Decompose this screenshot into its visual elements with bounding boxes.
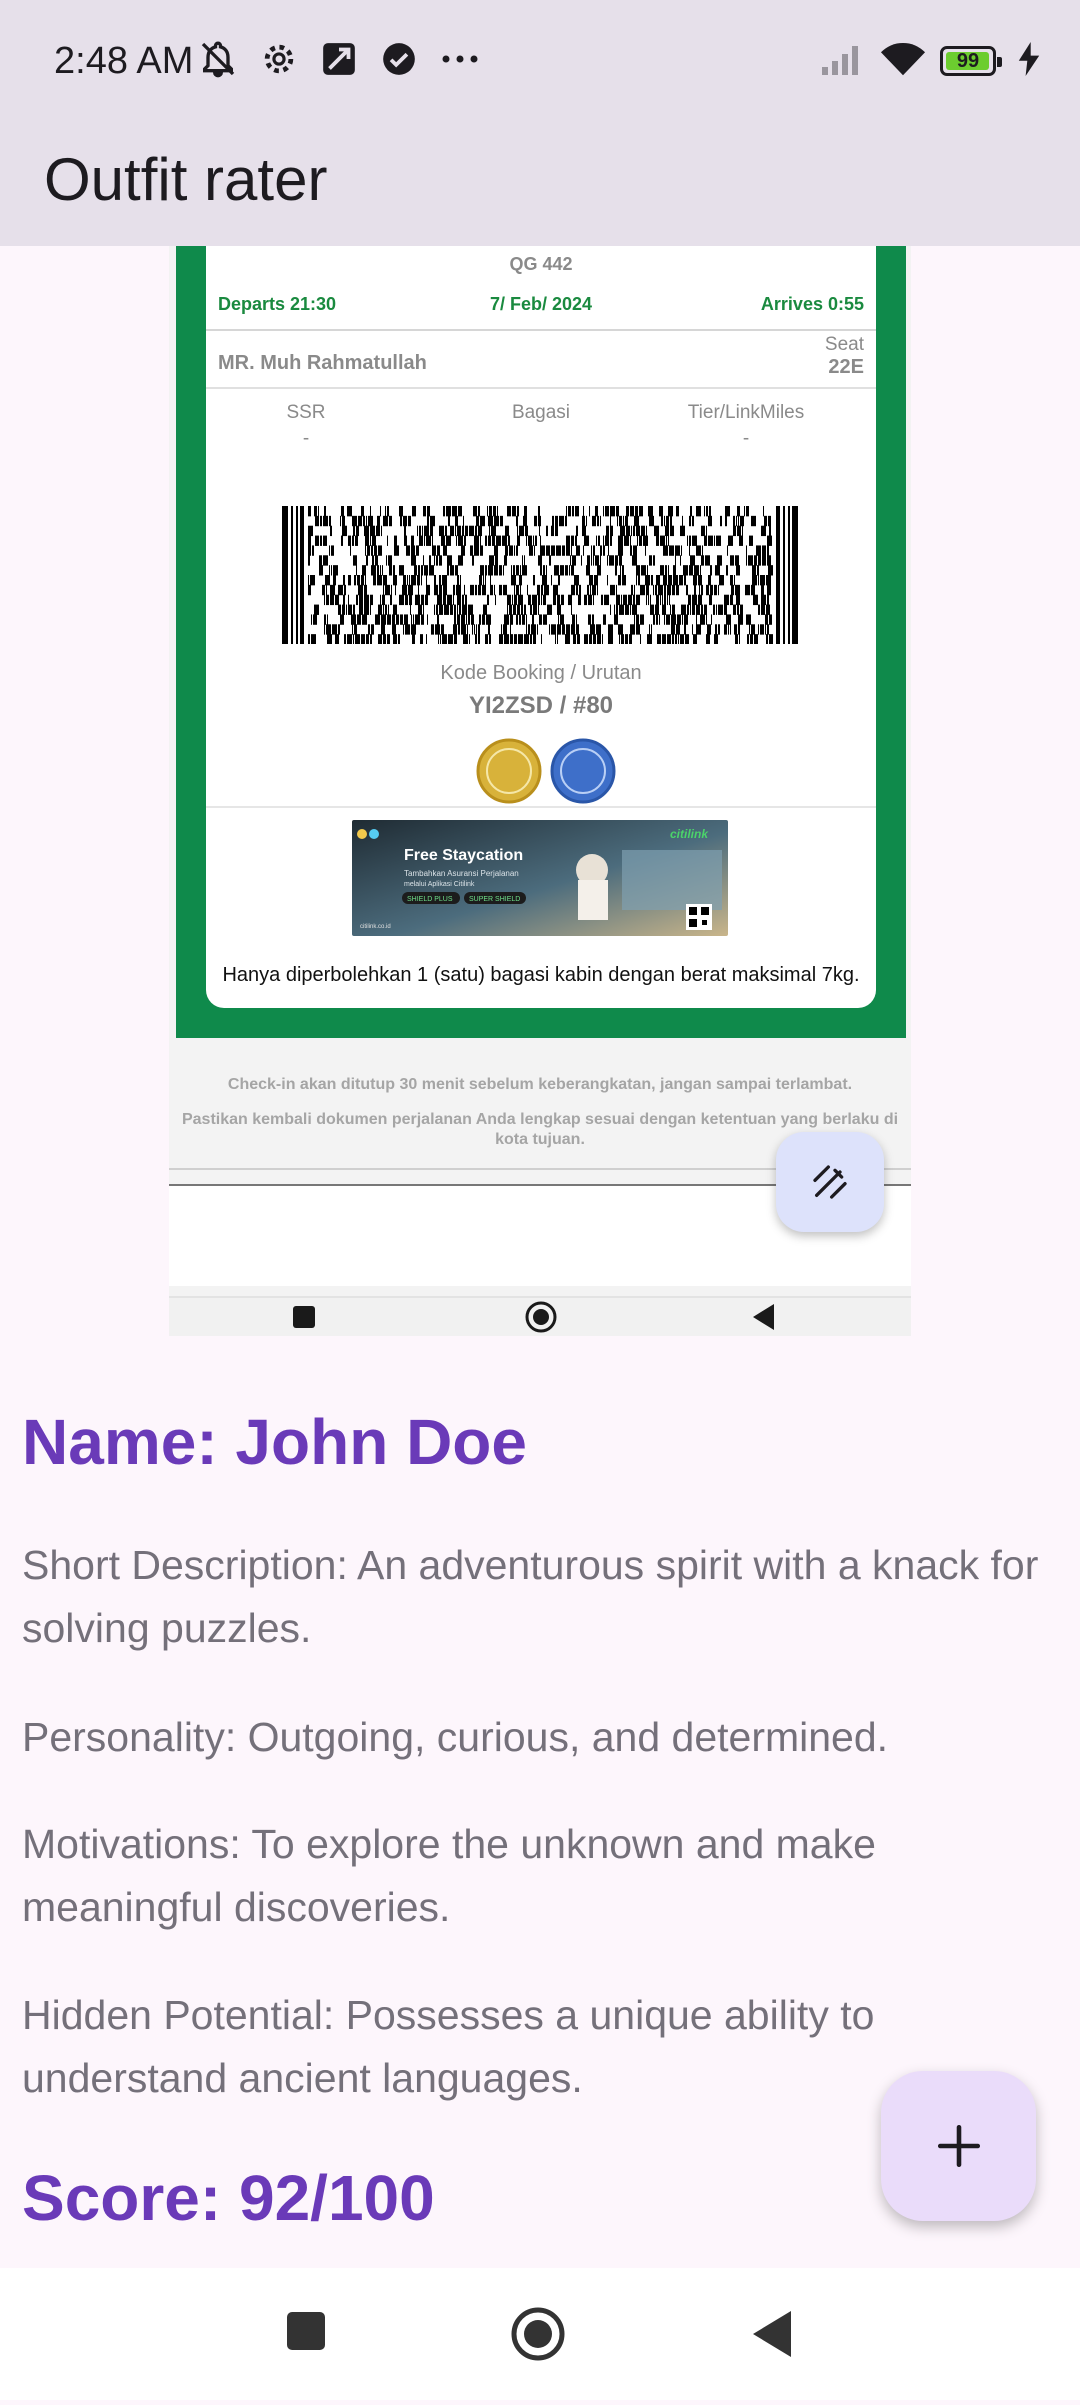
promo-line-2: melalui Aplikasi Citilink — [404, 881, 475, 888]
tier-value: - — [742, 428, 750, 449]
plus-icon — [937, 2124, 980, 2168]
uploaded-screenshot-image[interactable]: QG 442 Departs 21:30 7/ Feb/ 2024 Arrive… — [169, 246, 911, 1336]
booking-code: YI2ZSD / #80 — [468, 692, 614, 719]
inner-back-icon — [753, 1304, 774, 1330]
score: Score: 92/100 — [22, 2162, 435, 2234]
booking-label: Kode Booking / Urutan — [440, 662, 642, 684]
short-description: Short Description: An adventurous spirit… — [22, 1542, 1039, 1651]
cellular-signal-icon — [820, 41, 866, 82]
flight-number: QG 442 — [509, 254, 573, 274]
wifi-icon — [880, 41, 926, 82]
vpn-key-icon — [320, 40, 358, 83]
seat-value: 22E — [828, 356, 864, 378]
divider — [206, 387, 876, 389]
check-circle-icon — [380, 40, 418, 83]
tier-column: Tier/LinkMiles - — [646, 402, 846, 450]
add-fab-button[interactable] — [881, 2071, 1036, 2221]
seat-label: Seat — [824, 334, 864, 355]
promo-url: citilink.co.id — [360, 924, 391, 930]
bagasi-column: Bagasi — [441, 402, 641, 428]
boarding-pass-card: QG 442 Departs 21:30 7/ Feb/ 2024 Arrive… — [206, 246, 876, 1008]
status-left-icons — [198, 38, 480, 84]
battery-icon: 99 — [940, 46, 1002, 76]
home-circle-icon[interactable] — [511, 2307, 565, 2361]
pdf417-barcode — [282, 506, 798, 644]
checkin-notice: Check-in akan ditutup 30 menit sebelum k… — [227, 1076, 853, 1093]
character-name: Name: John Doe — [22, 1406, 527, 1478]
edit-fab-button[interactable] — [776, 1132, 884, 1232]
passenger-name: MR. Muh Rahmatullah — [218, 352, 427, 374]
app-bar: Outfit rater — [0, 118, 1080, 246]
tier-label: Tier/LinkMiles — [687, 402, 805, 423]
award-badges-icon — [476, 738, 616, 804]
bagasi-label: Bagasi — [511, 402, 571, 423]
status-time: 2:48 AM — [54, 40, 194, 82]
promo-brand: citilink — [670, 827, 709, 841]
divider — [206, 329, 876, 331]
motivations: Motivations: To explore the unknown and … — [22, 1821, 876, 1930]
promo-tag-1: SHIELD PLUS — [407, 896, 453, 903]
ssr-label: SSR — [286, 402, 326, 423]
system-nav-bar — [0, 2268, 1080, 2400]
charging-icon — [1018, 41, 1040, 81]
more-dots-icon — [440, 52, 480, 70]
battery-level: 99 — [956, 49, 980, 72]
promo-line-1: Tambahkan Asuransi Perjalanan — [404, 869, 519, 878]
back-triangle-icon[interactable] — [753, 2311, 791, 2357]
arrives-time: Arrives 0:55 — [760, 294, 864, 314]
inner-nav-bar — [169, 1296, 911, 1336]
promo-tag-2: SUPER SHIELD — [469, 896, 520, 903]
baggage-note: Hanya diperbolehkan 1 (satu) bagasi kabi… — [222, 964, 860, 986]
status-right-icons: 99 — [820, 36, 1040, 86]
divider — [206, 806, 876, 808]
recents-square-icon[interactable] — [287, 2312, 325, 2350]
app-title: Outfit rater — [44, 146, 328, 213]
ssr-value: - — [302, 428, 310, 449]
inner-recents-icon — [293, 1306, 315, 1328]
promo-banner: Free Staycation Tambahkan Asuransi Perja… — [352, 820, 728, 936]
promo-title: Free Staycation — [404, 847, 523, 864]
gear-icon — [260, 40, 298, 83]
notifications-off-icon — [198, 39, 238, 84]
status-bar: 2:48 AM 99 — [0, 0, 1080, 118]
edit-stroke-icon — [813, 1165, 847, 1199]
ssr-column: SSR - — [206, 402, 406, 450]
personality: Personality: Outgoing, curious, and dete… — [22, 1714, 889, 1760]
